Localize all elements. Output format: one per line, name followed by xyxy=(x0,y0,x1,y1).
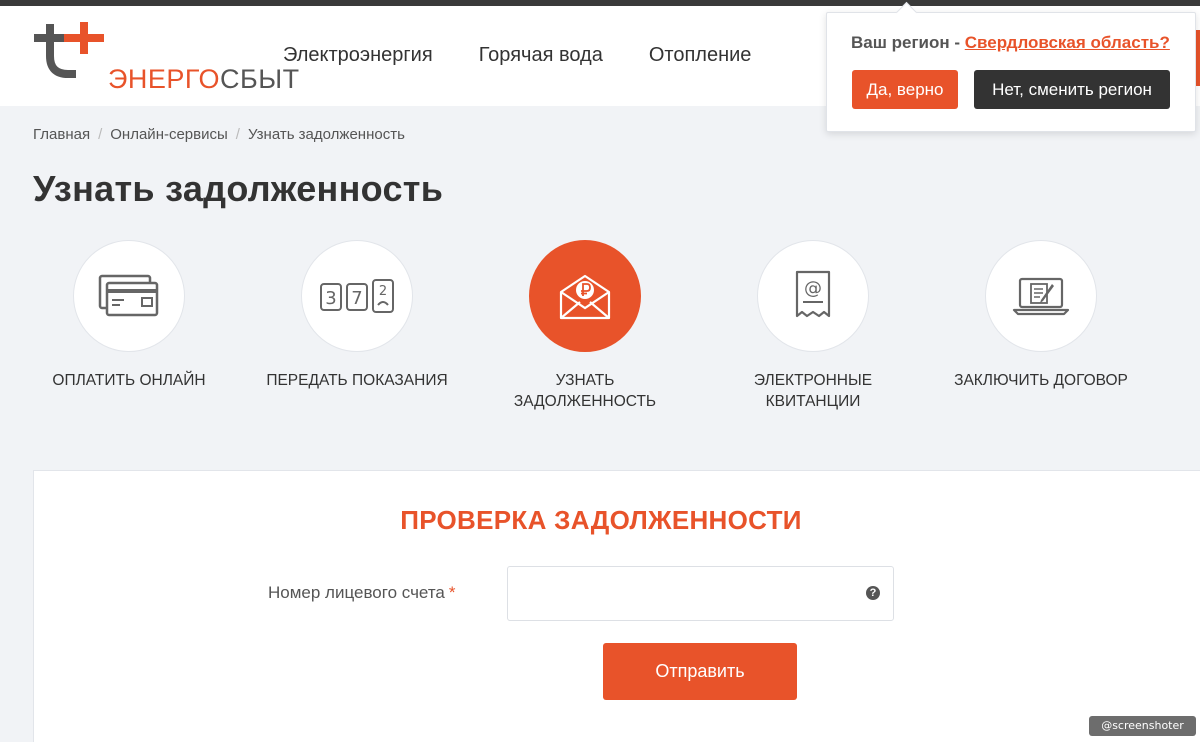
service-pay-online[interactable]: ОПЛАТИТЬ ОНЛАЙН xyxy=(19,240,239,391)
ruble-envelope-icon xyxy=(559,274,611,320)
service-label: ЗАКЛЮЧИТЬ ДОГОВОР xyxy=(954,372,1128,389)
service-circle xyxy=(529,240,641,352)
service-circle: @ xyxy=(757,240,869,352)
breadcrumb: Главная / Онлайн-сервисы / Узнать задолж… xyxy=(33,126,405,143)
laptop-contract-icon xyxy=(1012,277,1070,316)
region-prefix: Ваш регион - xyxy=(851,33,965,52)
service-circle: 3 7 2 xyxy=(301,240,413,352)
service-circle xyxy=(73,240,185,352)
form-title: ПРОВЕРКА ЗАДОЛЖЕННОСТИ xyxy=(400,505,802,535)
svg-text:3: 3 xyxy=(325,288,336,309)
main-nav: Электроэнергия Горячая вода Отопление xyxy=(283,44,751,67)
breadcrumb-separator: / xyxy=(235,126,240,143)
region-popup: Ваш регион - Свердловская область? Да, в… xyxy=(826,12,1196,132)
logo-cross-icon xyxy=(34,22,104,78)
breadcrumb-current: Узнать задолженность xyxy=(247,126,405,143)
credit-card-icon xyxy=(98,274,159,317)
svg-text:7: 7 xyxy=(351,288,362,309)
service-label: ОПЛАТИТЬ ОНЛАЙН xyxy=(52,372,206,389)
nav-heating[interactable]: Отопление xyxy=(649,44,752,67)
breadcrumb-separator: / xyxy=(98,126,103,143)
service-e-receipts[interactable]: @ ЭЛЕКТРОННЫЕ КВИТАНЦИИ xyxy=(703,240,923,412)
breadcrumb-online-services[interactable]: Онлайн-сервисы xyxy=(110,126,228,143)
confirm-region-button[interactable]: Да, верно xyxy=(852,70,958,109)
service-sign-contract[interactable]: ЗАКЛЮЧИТЬ ДОГОВОР xyxy=(931,240,1151,391)
region-link[interactable]: Свердловская область? xyxy=(965,33,1170,52)
submit-button[interactable]: Отправить xyxy=(603,643,797,700)
service-check-debt[interactable]: УЗНАТЬ ЗАДОЛЖЕННОСТЬ xyxy=(475,240,695,412)
screenshoter-watermark: @screenshoter xyxy=(1089,716,1196,736)
change-region-button[interactable]: Нет, сменить регион xyxy=(974,70,1170,109)
service-label: ЭЛЕКТРОННЫЕ КВИТАНЦИИ xyxy=(753,372,873,410)
nav-hot-water[interactable]: Горячая вода xyxy=(479,44,603,67)
debt-check-card: ПРОВЕРКА ЗАДОЛЖЕННОСТИ Номер лицевого сч… xyxy=(33,470,1200,742)
logo-text: ЭНЕРГОСБЫТ xyxy=(108,64,300,95)
service-submit-readings[interactable]: 3 7 2 ПЕРЕДАТЬ ПОКАЗАНИЯ xyxy=(247,240,467,391)
service-label: УЗНАТЬ ЗАДОЛЖЕННОСТЬ xyxy=(513,372,657,410)
help-icon[interactable]: ? xyxy=(866,586,880,600)
meter-counter-icon: 3 7 2 xyxy=(320,279,394,313)
logo-text-part1: ЭНЕРГО xyxy=(108,64,221,94)
email-receipt-icon: @ xyxy=(795,270,831,318)
services-row: ОПЛАТИТЬ ОНЛАЙН 3 7 2 ПЕРЕДАТЬ ПОКАЗАНИЯ xyxy=(0,240,1200,420)
svg-text:2: 2 xyxy=(379,284,387,299)
logo-text-part2: СБЫТ xyxy=(220,64,300,94)
service-circle xyxy=(985,240,1097,352)
account-number-label-text: Номер лицевого счета xyxy=(268,583,445,602)
required-mark: * xyxy=(448,583,456,602)
breadcrumb-home[interactable]: Главная xyxy=(33,126,90,143)
energosbyt-logo[interactable]: ЭНЕРГОСБЫТ xyxy=(30,16,299,96)
service-label: ПЕРЕДАТЬ ПОКАЗАНИЯ xyxy=(266,372,448,389)
account-number-label: Номер лицевого счета * xyxy=(268,583,456,603)
page-title: Узнать задолженность xyxy=(33,168,444,209)
account-number-input[interactable] xyxy=(507,566,894,621)
nav-electricity[interactable]: Электроэнергия xyxy=(283,44,433,67)
svg-text:@: @ xyxy=(804,278,822,299)
region-question: Ваш регион - Свердловская область? xyxy=(851,33,1170,53)
